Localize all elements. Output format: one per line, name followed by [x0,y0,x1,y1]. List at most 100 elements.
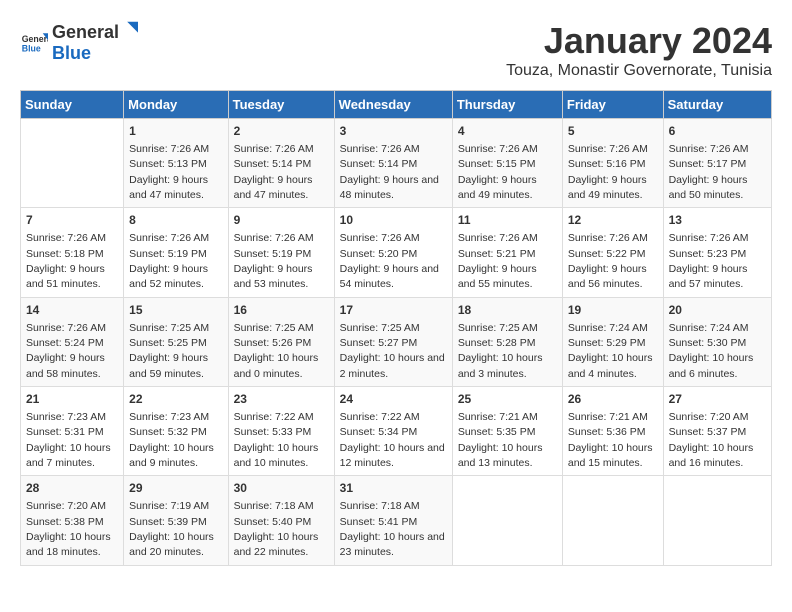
title-area: January 2024 Touza, Monastir Governorate… [506,20,772,80]
daylight-info: Daylight: 10 hours and 7 minutes. [26,442,111,469]
daylight-info: Daylight: 9 hours and 57 minutes. [669,263,748,290]
calendar-cell: 17Sunrise: 7:25 AMSunset: 5:27 PMDayligh… [334,297,452,386]
calendar-cell: 12Sunrise: 7:26 AMSunset: 5:22 PMDayligh… [562,208,663,297]
daylight-info: Daylight: 10 hours and 15 minutes. [568,442,653,469]
day-number: 25 [458,391,557,408]
sunset-info: Sunset: 5:27 PM [340,337,418,349]
calendar-cell: 27 Sunrise: 7:20 AM Sunset: 5:37 PM Dayligh… [663,387,771,476]
calendar-cell: 1Sunrise: 7:26 AMSunset: 5:13 PMDaylight… [124,119,228,208]
sunset-info: Sunset: 5:19 PM [129,248,207,260]
sunset-info: Sunset: 5:25 PM [129,337,207,349]
day-number: 31 [340,480,447,497]
day-number: 8 [129,212,222,229]
sunset-info: Sunset: 5:13 PM [129,158,207,170]
sunrise-info: Sunrise: 7:21 AM [568,411,648,423]
calendar-cell: 3Sunrise: 7:26 AMSunset: 5:14 PMDaylight… [334,119,452,208]
sunrise-info: Sunrise: 7:26 AM [568,143,648,155]
day-number: 28 [26,480,118,497]
calendar-cell: 21Sunrise: 7:23 AMSunset: 5:31 PMDayligh… [21,387,124,476]
sunset-info: Sunset: 5:18 PM [26,248,104,260]
sunset-info: Sunset: 5:41 PM [340,516,418,528]
day-number: 19 [568,302,658,319]
day-number: 10 [340,212,447,229]
calendar-week-row: 14 Sunrise: 7:26 AM Sunset: 5:24 PM Dayligh… [21,297,772,386]
logo-general: General [52,22,119,43]
daylight-info: Daylight: 9 hours and 54 minutes. [340,263,439,290]
calendar-header-saturday: Saturday [663,91,771,119]
calendar-week-row: 1 Sunrise: 7:26 AM Sunset: 5:13 PM Daylight… [21,119,772,208]
sunrise-info: Sunrise: 7:20 AM [669,411,749,423]
calendar-cell: 19Sunrise: 7:24 AMSunset: 5:29 PMDayligh… [562,297,663,386]
sunrise-info: Sunrise: 7:26 AM [234,232,314,244]
sunrise-info: Sunrise: 7:22 AM [340,411,420,423]
sunset-info: Sunset: 5:35 PM [458,426,536,438]
sunrise-info: Sunrise: 7:21 AM [458,411,538,423]
sunset-info: Sunset: 5:14 PM [234,158,312,170]
calendar-cell: 7Sunrise: 7:26 AMSunset: 5:18 PMDaylight… [21,208,124,297]
calendar-cell: 31Sunrise: 7:18 AMSunset: 5:41 PMDayligh… [334,476,452,565]
daylight-info: Daylight: 10 hours and 13 minutes. [458,442,543,469]
day-number: 17 [340,302,447,319]
sunset-info: Sunset: 5:23 PM [669,248,747,260]
calendar-cell: 23Sunrise: 7:22 AMSunset: 5:33 PMDayligh… [228,387,334,476]
sunrise-info: Sunrise: 7:26 AM [26,232,106,244]
sunset-info: Sunset: 5:26 PM [234,337,312,349]
day-number: 13 [669,212,766,229]
day-number: 16 [234,302,329,319]
sunset-info: Sunset: 5:22 PM [568,248,646,260]
sunrise-info: Sunrise: 7:25 AM [234,322,314,334]
day-number: 11 [458,212,557,229]
sunset-info: Sunset: 5:17 PM [669,158,747,170]
daylight-info: Daylight: 10 hours and 16 minutes. [669,442,754,469]
day-number: 26 [568,391,658,408]
calendar-cell: 14Sunrise: 7:26 AMSunset: 5:24 PMDayligh… [21,297,124,386]
sunrise-info: Sunrise: 7:26 AM [129,143,209,155]
calendar-body: 1 Sunrise: 7:26 AM Sunset: 5:13 PM Daylight… [21,119,772,566]
sunrise-info: Sunrise: 7:19 AM [129,500,209,512]
calendar-cell [663,476,771,565]
calendar-cell: 2Sunrise: 7:26 AMSunset: 5:14 PMDaylight… [228,119,334,208]
daylight-info: Daylight: 9 hours and 52 minutes. [129,263,208,290]
logo-triangle [120,20,138,38]
daylight-info: Daylight: 9 hours and 56 minutes. [568,263,647,290]
calendar-header-monday: Monday [124,91,228,119]
day-number: 23 [234,391,329,408]
sunrise-info: Sunrise: 7:26 AM [340,232,420,244]
sunset-info: Sunset: 5:19 PM [234,248,312,260]
svg-text:Blue: Blue [22,44,41,54]
calendar-header-row: SundayMondayTuesdayWednesdayThursdayFrid… [21,91,772,119]
calendar-cell: 20Sunrise: 7:24 AMSunset: 5:30 PMDayligh… [663,297,771,386]
sunrise-info: Sunrise: 7:26 AM [669,232,749,244]
sunrise-info: Sunrise: 7:26 AM [26,322,106,334]
day-number: 27 [669,391,766,408]
sunset-info: Sunset: 5:37 PM [669,426,747,438]
daylight-info: Daylight: 10 hours and 3 minutes. [458,352,543,379]
calendar-cell: 6Sunrise: 7:26 AMSunset: 5:17 PMDaylight… [663,119,771,208]
sunset-info: Sunset: 5:29 PM [568,337,646,349]
sunset-info: Sunset: 5:30 PM [669,337,747,349]
daylight-info: Daylight: 10 hours and 6 minutes. [669,352,754,379]
daylight-info: Daylight: 9 hours and 48 minutes. [340,174,439,201]
day-number: 24 [340,391,447,408]
sunset-info: Sunset: 5:34 PM [340,426,418,438]
sunrise-info: Sunrise: 7:26 AM [568,232,648,244]
day-number: 4 [458,123,557,140]
sunrise-info: Sunrise: 7:24 AM [669,322,749,334]
page-header: General Blue General Blue January 2024 T… [20,20,772,80]
calendar-cell: 24Sunrise: 7:22 AMSunset: 5:34 PMDayligh… [334,387,452,476]
day-number: 14 [26,302,118,319]
sunset-info: Sunset: 5:40 PM [234,516,312,528]
day-number: 6 [669,123,766,140]
sunset-info: Sunset: 5:24 PM [26,337,104,349]
sunrise-info: Sunrise: 7:25 AM [340,322,420,334]
calendar-cell [452,476,562,565]
daylight-info: Daylight: 10 hours and 9 minutes. [129,442,214,469]
calendar-cell [21,119,124,208]
day-number: 5 [568,123,658,140]
sunset-info: Sunset: 5:16 PM [568,158,646,170]
sunrise-info: Sunrise: 7:25 AM [129,322,209,334]
sunrise-info: Sunrise: 7:23 AM [26,411,106,423]
svg-text:General: General [22,34,48,44]
calendar-cell [562,476,663,565]
day-number: 1 [129,123,222,140]
